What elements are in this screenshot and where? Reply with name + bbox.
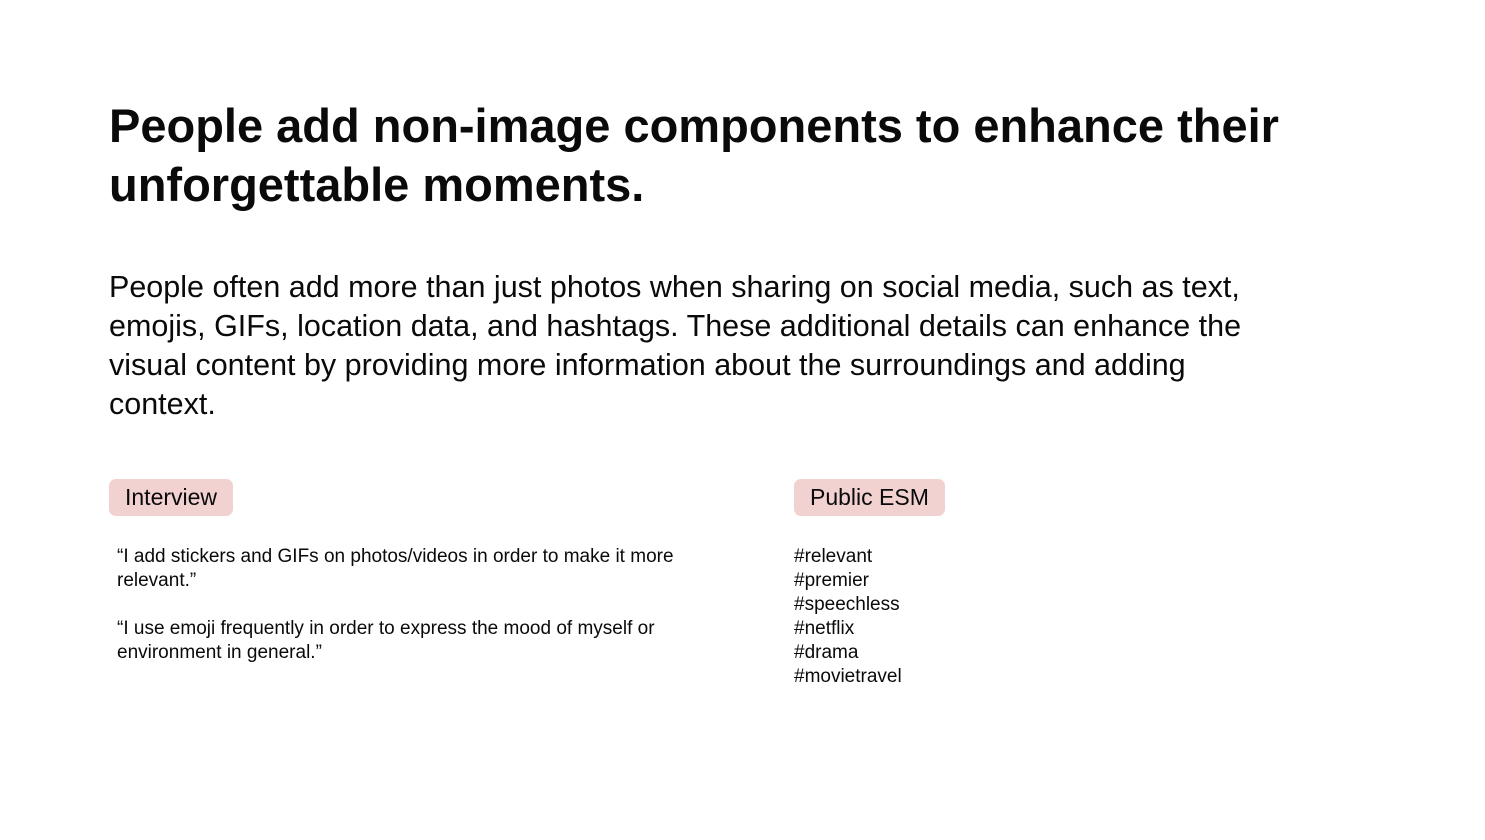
quote-item: “I use emoji frequently in order to expr… [117, 618, 655, 663]
hashtag-item: #movietravel [794, 666, 902, 687]
interview-quotes: “I add stickers and GIFs on photos/video… [117, 545, 707, 689]
body-paragraph: People often add more than just photos w… [109, 270, 1242, 421]
hashtag-list: #relevant #premier #speechless #netflix … [794, 545, 902, 689]
interview-tag: Interview [109, 479, 234, 516]
hashtag-item: #netflix [794, 618, 855, 639]
hashtag-item: #premier [794, 570, 869, 591]
quote-item: “I add stickers and GIFs on photos/video… [117, 546, 674, 591]
hashtag-item: #relevant [794, 546, 873, 567]
hashtag-item: #drama [794, 642, 859, 663]
hashtag-item: #speechless [794, 594, 900, 615]
page-title: People add non-image components to enhan… [109, 99, 1279, 211]
public-esm-tag: Public ESM [794, 479, 945, 516]
